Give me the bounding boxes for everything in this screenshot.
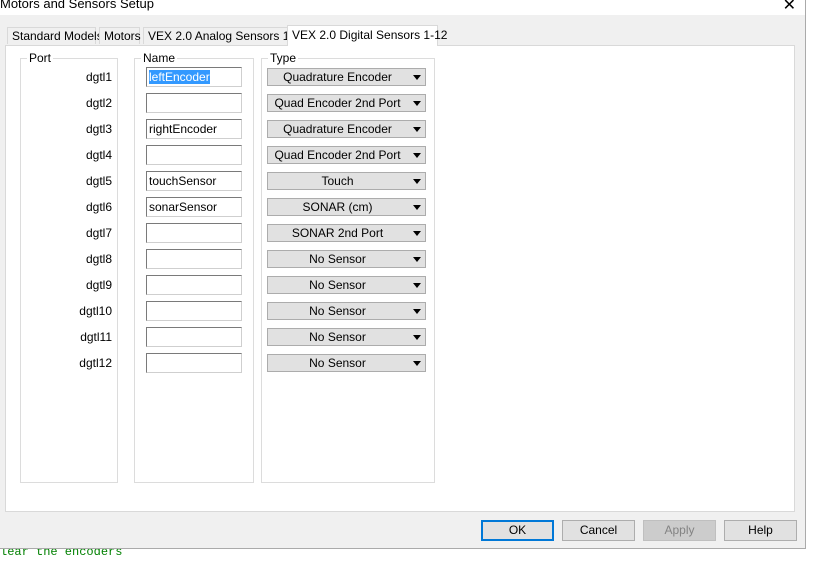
port-label: dgtl2 (85, 96, 112, 110)
port-label: dgtl4 (85, 148, 112, 162)
sensor-name-field[interactable]: sonarSensor (146, 197, 242, 217)
close-icon[interactable]: ✕ (783, 0, 796, 15)
type-group-label: Type (270, 51, 297, 65)
sensor-type-value: SONAR (cm) (302, 200, 373, 214)
chevron-down-icon (413, 231, 421, 236)
sensor-name-value: rightEncoder (149, 122, 218, 136)
port-label: dgtl11 (80, 330, 112, 344)
ok-button[interactable]: OK (481, 520, 554, 541)
sensor-name-field[interactable] (146, 145, 242, 165)
port-label: dgtl9 (85, 278, 112, 292)
sensor-type-value: No Sensor (309, 304, 366, 318)
sensor-name-field[interactable] (146, 223, 242, 243)
sensor-type-value: No Sensor (309, 356, 366, 370)
digital-sensors-panel: Port Name Type dgtl1 leftEncoder Quadratur… (5, 45, 795, 512)
type-group: Type (261, 51, 435, 483)
motors-sensors-setup-dialog: Motors and Sensors Setup ✕ Standard Mode… (0, 0, 806, 549)
sensor-type-dropdown[interactable]: Touch (267, 172, 426, 190)
chevron-down-icon (413, 283, 421, 288)
sensor-type-dropdown[interactable]: Quadrature Encoder (267, 68, 426, 86)
chevron-down-icon (413, 257, 421, 262)
chevron-down-icon (413, 75, 421, 80)
sensor-name-field[interactable] (146, 301, 242, 321)
sensor-name-value: sonarSensor (149, 200, 218, 214)
sensor-type-value: Quadrature Encoder (283, 70, 392, 84)
tab-standard-models[interactable]: Standard Models (7, 27, 103, 44)
sensor-type-value: Touch (321, 174, 354, 188)
tab-analog-sensors[interactable]: VEX 2.0 Analog Sensors 1-8 (143, 27, 300, 44)
sensor-type-value: Quad Encoder 2nd Port (274, 96, 401, 110)
sensor-name-field[interactable] (146, 275, 242, 295)
sensor-name-field[interactable]: touchSensor (146, 171, 242, 191)
sensor-type-dropdown[interactable]: Quad Encoder 2nd Port (267, 94, 426, 112)
sensor-type-dropdown[interactable]: SONAR 2nd Port (267, 224, 426, 242)
chevron-down-icon (413, 101, 421, 106)
apply-button[interactable]: Apply (643, 520, 716, 541)
sensor-type-dropdown[interactable]: No Sensor (267, 354, 426, 372)
port-group-label: Port (29, 51, 52, 65)
sensor-name-value: touchSensor (149, 174, 217, 188)
sensor-type-dropdown[interactable]: No Sensor (267, 328, 426, 346)
tab-digital-sensors[interactable]: VEX 2.0 Digital Sensors 1-12 (287, 25, 447, 46)
name-group-label: Name (143, 51, 176, 65)
port-label: dgtl8 (85, 252, 112, 266)
sensor-type-dropdown[interactable]: No Sensor (267, 250, 426, 268)
port-label: dgtl5 (85, 174, 112, 188)
help-button[interactable]: Help (724, 520, 797, 541)
sensor-type-dropdown[interactable]: No Sensor (267, 302, 426, 320)
chevron-down-icon (413, 153, 421, 158)
tab-motors[interactable]: Motors (99, 27, 141, 44)
sensor-name-field[interactable] (146, 327, 242, 347)
sensor-type-dropdown[interactable]: Quad Encoder 2nd Port (267, 146, 426, 164)
sensor-type-value: No Sensor (309, 330, 366, 344)
chevron-down-icon (413, 335, 421, 340)
sensor-type-value: SONAR 2nd Port (291, 226, 384, 240)
chevron-down-icon (413, 127, 421, 132)
sensor-type-value: Quad Encoder 2nd Port (274, 148, 401, 162)
sensor-type-value: No Sensor (309, 278, 366, 292)
window-title: Motors and Sensors Setup (0, 0, 154, 11)
port-label: dgtl7 (85, 226, 112, 240)
chevron-down-icon (413, 179, 421, 184)
sensor-type-dropdown[interactable]: Quadrature Encoder (267, 120, 426, 138)
sensor-type-dropdown[interactable]: SONAR (cm) (267, 198, 426, 216)
sensor-type-value: No Sensor (309, 252, 366, 266)
port-label: dgtl12 (79, 356, 112, 370)
sensor-name-field[interactable] (146, 249, 242, 269)
port-label: dgtl3 (85, 122, 112, 136)
sensor-type-dropdown[interactable]: No Sensor (267, 276, 426, 294)
chevron-down-icon (413, 361, 421, 366)
port-group: Port (20, 51, 118, 483)
sensor-name-field[interactable] (146, 93, 242, 113)
port-label: dgtl1 (85, 70, 112, 84)
chevron-down-icon (413, 205, 421, 210)
sensor-type-value: Quadrature Encoder (283, 122, 392, 136)
sensor-name-field[interactable]: rightEncoder (146, 119, 242, 139)
title-bar: Motors and Sensors Setup ✕ (0, 0, 805, 15)
port-label: dgtl6 (85, 200, 112, 214)
sensor-name-field[interactable] (146, 353, 242, 373)
cancel-button[interactable]: Cancel (562, 520, 635, 541)
sensor-name-field[interactable]: leftEncoder (146, 67, 242, 87)
sensor-name-value: leftEncoder (149, 70, 210, 84)
chevron-down-icon (413, 309, 421, 314)
port-label: dgtl10 (79, 304, 112, 318)
